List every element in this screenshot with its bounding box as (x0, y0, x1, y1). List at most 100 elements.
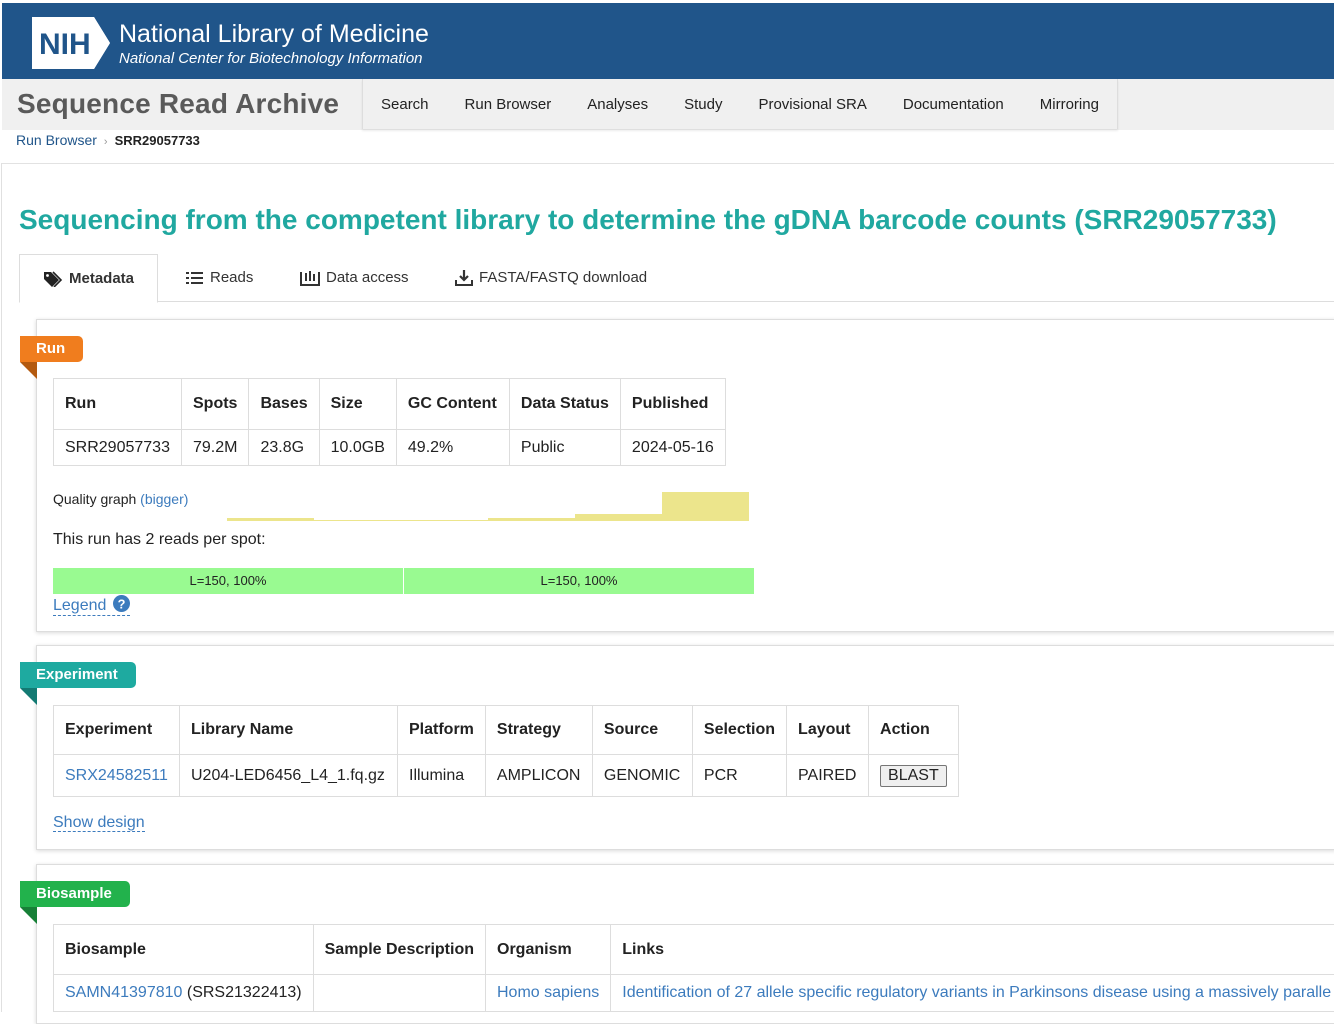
cell-action: BLAST (869, 755, 959, 797)
experiment-ribbon: Experiment (20, 662, 136, 688)
cell-selection: PCR (692, 755, 786, 797)
srs-id: (SRS21322413) (187, 984, 302, 1001)
read-segment: L=150, 100% (53, 568, 403, 594)
run-panel: Run Run Spots Bases Size GC Content Data… (36, 319, 1334, 632)
col-header: Run (54, 379, 182, 430)
quality-bigger-link[interactable]: (bigger) (140, 491, 188, 507)
biosample-panel: Biosample Biosample Sample Description O… (36, 864, 1334, 1024)
ribbon-fold (20, 688, 37, 705)
col-header: Selection (692, 706, 786, 755)
svg-text:NIH: NIH (39, 28, 91, 61)
cell-links: Identification of 27 allele specific reg… (611, 975, 1334, 1012)
cell-size: 10.0GB (319, 430, 396, 466)
quality-label: Quality graph (53, 491, 136, 507)
cell-sample-description (313, 975, 485, 1012)
biosample-ribbon: Biosample (20, 881, 130, 907)
table-row: SRX24582511 U204-LED6456_L4_1.fq.gz Illu… (54, 755, 959, 797)
cell-spots: 79.2M (182, 430, 249, 466)
cell-bases: 23.8G (249, 430, 319, 466)
col-header: Size (319, 379, 396, 430)
col-header: Published (620, 379, 725, 430)
biosample-table: Biosample Sample Description Organism Li… (53, 924, 1334, 1012)
col-header: Library Name (180, 706, 398, 755)
cell-platform: Illumina (398, 755, 486, 797)
tab-data-access[interactable]: Data access (300, 254, 409, 302)
nav-run-browser[interactable]: Run Browser (447, 79, 570, 129)
quality-graph (227, 490, 749, 522)
nav-mirroring[interactable]: Mirroring (1022, 79, 1117, 129)
nav-study[interactable]: Study (666, 79, 740, 129)
show-design-wrap: Show design (53, 814, 145, 832)
legend-link-wrap[interactable]: Legend ? (53, 595, 130, 615)
read-segment: L=150, 100% (404, 568, 754, 594)
col-header: Bases (249, 379, 319, 430)
col-header: Data Status (509, 379, 620, 430)
cell-published: 2024-05-16 (620, 430, 725, 466)
breadcrumb-run-browser[interactable]: Run Browser (16, 132, 97, 148)
reads-per-spot: This run has 2 reads per spot: (53, 531, 266, 549)
tab-fasta-download[interactable]: FASTA/FASTQ download (455, 254, 647, 302)
col-header: Experiment (54, 706, 180, 755)
sra-header: Sequence Read Archive Search Run Browser… (2, 79, 1334, 130)
svg-text:?: ? (117, 596, 125, 611)
legend-label: Legend (53, 597, 106, 614)
tab-bar: Metadata Reads Data access FASTA/FASTQ d… (19, 254, 1334, 302)
nav-search[interactable]: Search (363, 79, 447, 129)
download-icon (455, 270, 473, 286)
list-icon (186, 271, 204, 285)
cell-experiment: SRX24582511 (54, 755, 180, 797)
nav-documentation[interactable]: Documentation (885, 79, 1022, 129)
inbox-icon (300, 270, 320, 286)
col-header: Organism (486, 925, 611, 975)
sra-title[interactable]: Sequence Read Archive (17, 88, 339, 120)
col-header: GC Content (396, 379, 509, 430)
bioproject-link[interactable]: Identification of 27 allele specific reg… (622, 984, 1331, 1001)
nav-provisional-sra[interactable]: Provisional SRA (740, 79, 884, 129)
nav-analyses[interactable]: Analyses (569, 79, 666, 129)
tab-label: Data access (326, 253, 409, 303)
organism-link[interactable]: Homo sapiens (497, 984, 599, 1001)
legend-link[interactable]: Legend ? (53, 597, 130, 616)
ncbi-subtitle[interactable]: National Center for Biotechnology Inform… (119, 50, 423, 67)
tab-metadata[interactable]: Metadata (19, 254, 158, 303)
blast-button[interactable]: BLAST (880, 765, 947, 787)
breadcrumb-current: SRR29057733 (115, 133, 200, 148)
cell-status: Public (509, 430, 620, 466)
tab-label: FASTA/FASTQ download (479, 253, 647, 303)
run-ribbon: Run (20, 336, 83, 362)
run-table: Run Spots Bases Size GC Content Data Sta… (53, 378, 726, 466)
cell-biosample: SAMN41397810 (SRS21322413) (54, 975, 314, 1012)
breadcrumb: Run Browser › SRR29057733 (16, 132, 200, 148)
cell-run: SRR29057733 (54, 430, 182, 466)
ribbon-fold (20, 907, 37, 924)
quality-graph-label: Quality graph (bigger) (53, 491, 188, 507)
help-icon[interactable]: ? (113, 595, 130, 612)
tab-label: Metadata (69, 254, 134, 304)
experiment-link[interactable]: SRX24582511 (65, 767, 168, 784)
ribbon-fold (20, 362, 37, 379)
table-row: SRR29057733 79.2M 23.8G 10.0GB 49.2% Pub… (54, 430, 726, 466)
cell-gc: 49.2% (396, 430, 509, 466)
cell-strategy: AMPLICON (485, 755, 592, 797)
page-title: Sequencing from the competent library to… (19, 204, 1277, 236)
nih-logo[interactable]: NIH (32, 17, 112, 69)
col-header: Layout (787, 706, 869, 755)
show-design-link[interactable]: Show design (53, 814, 145, 832)
cell-source: GENOMIC (592, 755, 692, 797)
biosample-link[interactable]: SAMN41397810 (65, 984, 182, 1001)
chevron-right-icon: › (104, 136, 108, 148)
col-header: Platform (398, 706, 486, 755)
experiment-table: Experiment Library Name Platform Strateg… (53, 705, 959, 797)
col-header: Spots (182, 379, 249, 430)
cell-organism: Homo sapiens (486, 975, 611, 1012)
nlm-title[interactable]: National Library of Medicine (119, 20, 429, 49)
cell-library-name: U204-LED6456_L4_1.fq.gz (180, 755, 398, 797)
divider (2, 163, 1334, 164)
tab-label: Reads (210, 253, 253, 303)
col-header: Biosample (54, 925, 314, 975)
table-row: SAMN41397810 (SRS21322413) Homo sapiens … (54, 975, 1334, 1012)
col-header: Links (611, 925, 1334, 975)
sra-nav: Search Run Browser Analyses Study Provis… (362, 79, 1118, 129)
tab-reads[interactable]: Reads (186, 254, 253, 302)
col-header: Action (869, 706, 959, 755)
